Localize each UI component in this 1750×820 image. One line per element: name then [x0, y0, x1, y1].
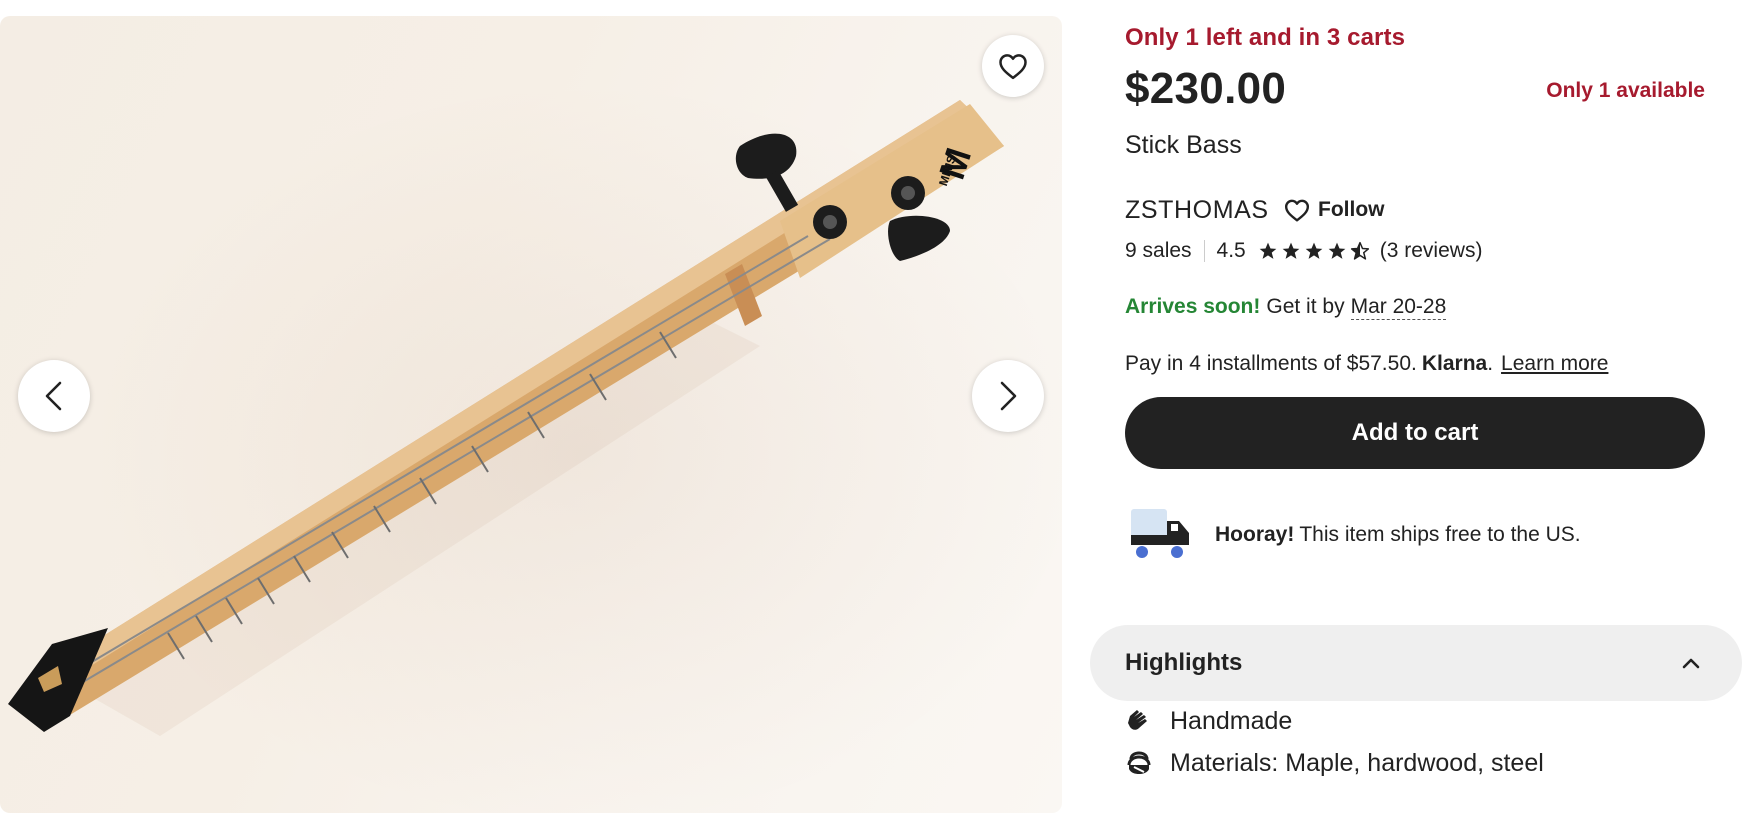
get-it-by-label: Get it by	[1266, 295, 1345, 318]
highlights-title: Highlights	[1125, 649, 1243, 676]
next-image-button[interactable]	[972, 360, 1044, 432]
hooray-label: Hooray!	[1215, 523, 1295, 546]
previous-image-button[interactable]	[18, 360, 90, 432]
rating-value: 4.5	[1216, 239, 1246, 262]
product-title: Stick Bass	[1125, 131, 1242, 159]
free-shipping-notice: Hooray! This item ships free to the US.	[1125, 505, 1581, 565]
chevron-up-icon	[1682, 658, 1700, 669]
star-rating	[1258, 241, 1370, 261]
star-icon	[1328, 242, 1346, 259]
heart-icon	[999, 54, 1027, 80]
highlight-text: Handmade	[1170, 706, 1293, 735]
chevron-right-icon	[1000, 381, 1017, 411]
highlight-materials: Materials: Maple, hardwood, steel	[1125, 745, 1544, 781]
klarna-brand: Klarna	[1421, 352, 1488, 375]
star-icon	[1259, 242, 1277, 259]
reviews-link[interactable]: (3 reviews)	[1380, 239, 1483, 263]
star-icon	[1282, 242, 1300, 259]
star-icon	[1305, 242, 1323, 259]
half-star-icon	[1350, 241, 1369, 260]
price: $230.00	[1125, 64, 1287, 113]
learn-more-link[interactable]: Learn more	[1501, 352, 1608, 376]
materials-icon	[1127, 751, 1151, 774]
highlights-toggle[interactable]: Highlights	[1090, 625, 1742, 701]
highlight-text: Materials: Maple, hardwood, steel	[1170, 748, 1544, 777]
add-to-cart-button[interactable]: Add to cart	[1125, 397, 1705, 469]
klarna-installments: Pay in 4 installments of $57.50. Klarna …	[1125, 352, 1608, 376]
product-image-gallery: M MIMS	[0, 16, 1062, 813]
shipping-detail: This item ships free to the US.	[1299, 523, 1581, 546]
truck-icon	[1131, 509, 1189, 558]
klarna-period: .	[1487, 352, 1494, 375]
favorite-button[interactable]	[982, 35, 1044, 97]
chevron-left-icon	[45, 381, 62, 411]
shipping-message: Hooray! This item ships free to the US.	[1215, 523, 1581, 547]
listing-info-panel: Only 1 left and in 3 carts $230.00 Only …	[1090, 0, 1750, 820]
follow-label: Follow	[1318, 198, 1385, 221]
shop-name-link[interactable]: ZSTHOMAS	[1125, 196, 1269, 225]
stock-alert: Only 1 left and in 3 carts	[1125, 24, 1406, 51]
divider	[1203, 240, 1205, 262]
product-photo: M MIMS	[8, 100, 1004, 736]
heart-outline-icon	[1284, 199, 1310, 222]
hand-icon	[1128, 710, 1147, 730]
arrives-soon-label: Arrives soon!	[1125, 295, 1261, 318]
sales-count: 9 sales	[1125, 239, 1192, 262]
installments-text: Pay in 4 installments of $57.50.	[1125, 352, 1417, 375]
delivery-estimate: Arrives soon! Get it by Mar 20-28	[1125, 295, 1447, 320]
highlight-handmade: Handmade	[1125, 703, 1292, 739]
delivery-date-link[interactable]: Mar 20-28	[1350, 295, 1447, 320]
availability-badge: Only 1 available	[1546, 79, 1705, 102]
follow-shop-button[interactable]: Follow	[1280, 193, 1391, 227]
shop-stats: 9 sales 4.5 (3 reviews)	[1125, 236, 1482, 266]
